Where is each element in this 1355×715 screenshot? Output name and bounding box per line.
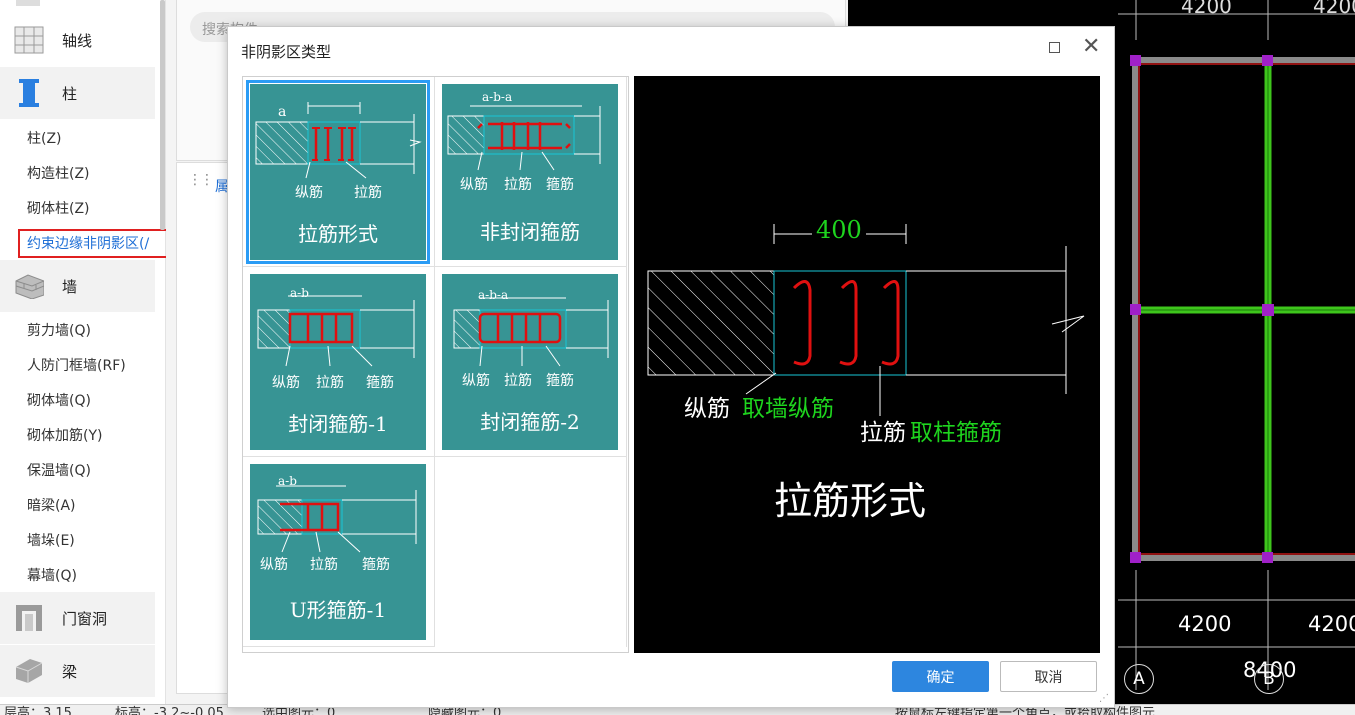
insulation-wall-item[interactable]: 保温墙(Q) — [27, 460, 91, 480]
category-axis[interactable]: 轴线 — [0, 14, 155, 66]
confirm-button[interactable]: 确定 — [892, 661, 989, 692]
selection-highlight-box — [18, 229, 183, 258]
cancel-button[interactable]: 取消 — [1000, 661, 1097, 692]
axis-label-b: B — [1254, 664, 1284, 694]
type-option-grid: a 纵筋 拉筋 拉筋形式 a-b-a 纵筋 拉筋 箍筋 非封闭箍筋 a-b 纵筋… — [242, 76, 629, 653]
category-beam[interactable]: 梁 — [0, 645, 155, 697]
dim-label: a-b — [278, 474, 297, 488]
category-beam-label: 梁 — [62, 662, 78, 681]
option-caption: U形箍筋-1 — [289, 598, 387, 622]
option-thumbnail: a 纵筋 拉筋 拉筋形式 — [246, 80, 430, 264]
category-wall[interactable]: 墙 — [0, 260, 155, 312]
preview-tie-value: 取柱箍筋 — [910, 420, 1002, 446]
tie-label: 拉筋 — [354, 185, 382, 201]
option-thumbnail: a-b 纵筋 拉筋 箍筋 封闭箍筋-1 — [250, 274, 426, 450]
option-tie-form[interactable]: a 纵筋 拉筋 拉筋形式 — [243, 77, 435, 267]
beam-icon — [14, 656, 44, 686]
stirrup-label: 箍筋 — [366, 375, 394, 391]
long-bar-label: 纵筋 — [295, 185, 323, 201]
category-wall-label: 墙 — [62, 277, 78, 296]
curtain-wall-item[interactable]: 幕墙(Q) — [27, 565, 77, 585]
category-column[interactable]: 柱 — [0, 67, 155, 119]
dim-label: a-b-a — [478, 288, 509, 302]
option-caption: 拉筋形式 — [298, 222, 378, 246]
preview-diagram — [647, 224, 1085, 416]
sidebar-scrollbar[interactable] — [160, 0, 165, 230]
door-window-icon — [14, 603, 44, 633]
preview-dim-value: 400 — [812, 216, 866, 244]
resize-grip-icon[interactable]: ⋰ — [1099, 693, 1109, 704]
category-axis-label: 轴线 — [62, 31, 93, 50]
grid-icon — [14, 25, 44, 55]
preview-long-bar-value: 取墙纵筋 — [742, 396, 834, 422]
masonry-column-item[interactable]: 砌体柱(Z) — [27, 198, 90, 218]
collapsed-row-icon — [16, 0, 40, 6]
masonry-rebar-item[interactable]: 砌体加筋(Y) — [27, 425, 102, 445]
masonry-wall-item[interactable]: 砌体墙(Q) — [27, 390, 91, 410]
option-thumbnail: a-b-a 纵筋 拉筋 箍筋 非封闭箍筋 — [442, 84, 618, 260]
top-dim-1: 4200 — [1181, 0, 1232, 18]
dim-label: a-b-a — [482, 90, 513, 104]
stirrup-label: 箍筋 — [546, 177, 574, 193]
preview-long-bar-label: 纵筋 — [684, 396, 730, 422]
close-icon[interactable]: ✕ — [1082, 35, 1100, 59]
non-shadow-type-dialog: 非阴影区类型 ✕ a 纵筋 拉筋 拉筋形式 a-b-a 纵筋 拉筋 箍筋 非封闭… — [227, 26, 1115, 708]
drag-handle-icon[interactable]: ⋮⋮ — [188, 172, 214, 188]
component-sidebar: 轴线 柱 柱(Z) 构造柱(Z) 砌体柱(Z) 约束边缘非阴影区(/ 墙 剪力墙… — [0, 0, 183, 714]
dim-label: a — [278, 104, 287, 120]
long-bar-label: 纵筋 — [272, 375, 300, 391]
elevation-status: 标高：-3.2~-0.05 — [115, 706, 224, 715]
long-bar-label: 纵筋 — [460, 177, 488, 193]
top-dim-2: 4200 — [1313, 0, 1355, 18]
empty-cell — [435, 457, 627, 647]
civil-defense-wall-item[interactable]: 人防门框墙(RF) — [27, 355, 126, 375]
tie-label: 拉筋 — [310, 557, 338, 573]
option-caption: 封闭箍筋-1 — [288, 412, 388, 436]
hidden-beam-item[interactable]: 暗梁(A) — [27, 495, 76, 515]
option-thumbnail: a-b 纵筋 拉筋 箍筋 U形箍筋-1 — [250, 464, 426, 640]
tie-label: 拉筋 — [504, 373, 532, 389]
brick-wall-icon — [14, 271, 44, 301]
option-caption: 封闭箍筋-2 — [480, 410, 580, 434]
option-u-stirrup-1[interactable]: a-b 纵筋 拉筋 箍筋 U形箍筋-1 — [243, 457, 435, 647]
option-caption: 非封闭箍筋 — [480, 220, 580, 244]
preview-panel: 400 纵筋 取墙纵筋 拉筋 取柱箍筋 拉筋形式 — [634, 76, 1100, 653]
dim-label: a-b — [290, 286, 309, 300]
stirrup-label: 箍筋 — [362, 557, 390, 573]
preview-tie-label: 拉筋 — [860, 420, 906, 446]
category-column-label: 柱 — [62, 84, 78, 103]
column-item-z[interactable]: 柱(Z) — [27, 128, 62, 148]
column-icon — [14, 78, 44, 108]
long-bar-label: 纵筋 — [260, 557, 288, 573]
axis-label-a: A — [1124, 664, 1154, 694]
preview-caption: 拉筋形式 — [774, 479, 927, 523]
bottom-dim-1: 4200 — [1178, 612, 1232, 636]
floor-height-status: 层高：3.15 — [4, 706, 72, 715]
stirrup-label: 箍筋 — [546, 373, 574, 389]
option-open-stirrup[interactable]: a-b-a 纵筋 拉筋 箍筋 非封闭箍筋 — [435, 77, 627, 267]
option-closed-stirrup-2[interactable]: a-b-a 纵筋 拉筋 箍筋 封闭箍筋-2 — [435, 267, 627, 457]
dialog-title: 非阴影区类型 — [241, 43, 332, 61]
shear-wall-item[interactable]: 剪力墙(Q) — [27, 320, 91, 340]
tie-label: 拉筋 — [316, 375, 344, 391]
construct-column-item[interactable]: 构造柱(Z) — [27, 163, 90, 183]
category-door-window[interactable]: 门窗洞 — [0, 592, 155, 644]
wall-pier-item[interactable]: 墙垛(E) — [27, 530, 75, 550]
bottom-dim-2: 4200 — [1308, 612, 1355, 636]
long-bar-label: 纵筋 — [462, 373, 490, 389]
category-door-window-label: 门窗洞 — [62, 609, 108, 628]
tie-label: 拉筋 — [504, 177, 532, 193]
option-thumbnail: a-b-a 纵筋 拉筋 箍筋 封闭箍筋-2 — [442, 274, 618, 450]
option-closed-stirrup-1[interactable]: a-b 纵筋 拉筋 箍筋 封闭箍筋-1 — [243, 267, 435, 457]
maximize-icon[interactable] — [1049, 42, 1060, 53]
